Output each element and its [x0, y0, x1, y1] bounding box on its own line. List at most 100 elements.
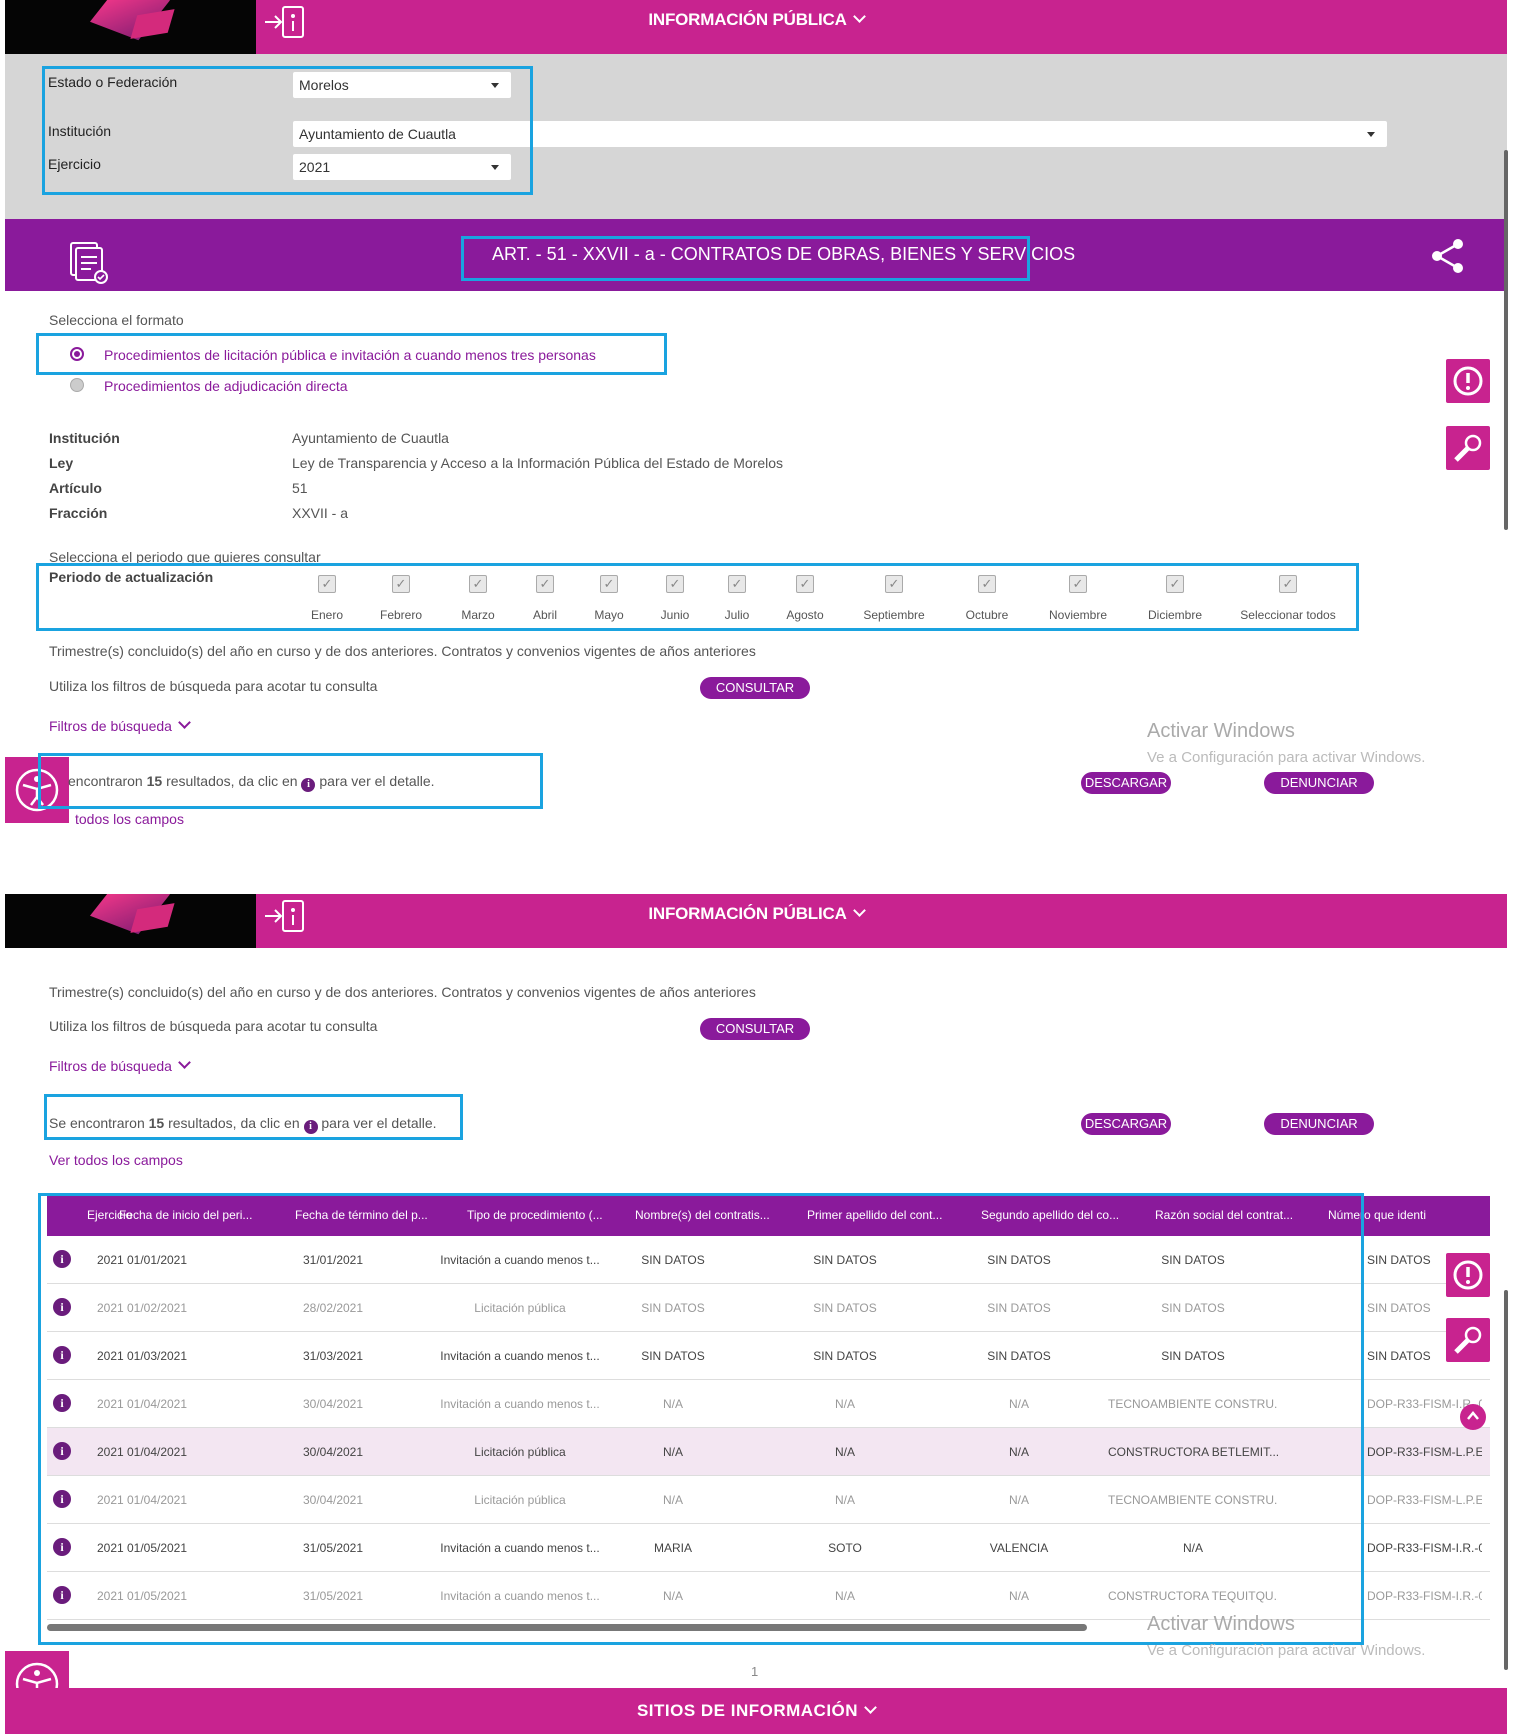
- month-checkbox[interactable]: ✓: [1069, 575, 1087, 593]
- table-cell: SIN DATOS: [813, 1301, 877, 1315]
- article-bar: ART. - 51 - XXVII - a - CONTRATOS DE OBR…: [5, 219, 1507, 291]
- share-icon[interactable]: [1429, 237, 1467, 275]
- format-option-adjudicacion[interactable]: Procedimientos de adjudicación directa: [104, 378, 348, 394]
- ver-todos-link[interactable]: todos los campos: [75, 811, 184, 827]
- info-icon[interactable]: i: [53, 1442, 71, 1460]
- month-checkbox[interactable]: ✓: [1166, 575, 1184, 593]
- table-cell: 01/05/2021: [126, 1589, 188, 1603]
- table-cell: 30/04/2021: [302, 1493, 364, 1507]
- institution-select[interactable]: Ayuntamiento de Cuautla: [293, 121, 1387, 147]
- table-cell: SIN DATOS: [813, 1253, 877, 1267]
- detail-fraccion-label: Fracción: [49, 505, 108, 521]
- table-cell: TECNOAMBIENTE CONSTRU...: [1108, 1493, 1278, 1507]
- table-row[interactable]: i 2021 01/04/2021 30/04/2021 Licitación públ…: [47, 1476, 1490, 1524]
- table-cell: DOP-R33-FISM-L.P.E.-: [1367, 1445, 1482, 1459]
- month-checkbox[interactable]: ✓: [978, 575, 996, 593]
- top-nav-bar: INFORMACIÓN PÚBLICA: [5, 0, 1507, 54]
- accessibility-icon[interactable]: [5, 757, 69, 823]
- table-cell: N/A: [1008, 1445, 1029, 1459]
- table-row[interactable]: i 2021 01/01/2021 31/01/2021 Invitación a cu…: [47, 1236, 1490, 1284]
- column-header[interactable]: Segundo apellido del co...: [981, 1208, 1151, 1222]
- month-checkbox[interactable]: ✓: [318, 575, 336, 593]
- column-header[interactable]: Fecha de término del p...: [295, 1208, 465, 1222]
- table-row[interactable]: i 2021 01/04/2021 30/04/2021 Invitación a cu…: [47, 1380, 1490, 1428]
- table-cell: 31/05/2021: [302, 1589, 364, 1603]
- table-cell: 31/03/2021: [302, 1349, 364, 1363]
- column-header[interactable]: Número que identi: [1328, 1208, 1458, 1222]
- pagination-current[interactable]: 1: [751, 1664, 758, 1679]
- info-icon[interactable]: i: [53, 1298, 71, 1316]
- wrench-icon[interactable]: [1446, 1318, 1490, 1362]
- month-checkbox[interactable]: ✓: [469, 575, 487, 593]
- descargar-button[interactable]: DESCARGAR: [1081, 772, 1171, 794]
- info-icon[interactable]: i: [53, 1250, 71, 1268]
- horizontal-scrollbar[interactable]: [47, 1624, 1087, 1631]
- column-header[interactable]: Fecha de inicio del peri...: [119, 1208, 289, 1222]
- denunciar-button[interactable]: DENUNCIAR: [1264, 1113, 1374, 1135]
- table-cell: SIN DATOS: [1161, 1253, 1225, 1267]
- table-cell: SIN DATOS: [1367, 1301, 1431, 1315]
- vertical-scrollbar[interactable]: [1504, 1290, 1508, 1670]
- results-summary: encontraron 15 resultados, da clic en i …: [68, 773, 435, 792]
- info-icon[interactable]: i: [53, 1586, 71, 1604]
- month-checkbox[interactable]: ✓: [1279, 575, 1297, 593]
- table-cell: N/A: [1008, 1493, 1029, 1507]
- table-row[interactable]: i 2021 01/04/2021 30/04/2021 Licitación públ…: [47, 1428, 1490, 1476]
- column-header[interactable]: Nombre(s) del contratis...: [635, 1208, 805, 1222]
- month-checkbox[interactable]: ✓: [796, 575, 814, 593]
- info-icon[interactable]: i: [53, 1394, 71, 1412]
- period-prompt: Selecciona el periodo que quieres consul…: [49, 549, 321, 565]
- table-cell: 30/04/2021: [302, 1445, 364, 1459]
- table-cell: SIN DATOS: [1161, 1349, 1225, 1363]
- table-cell: N/A: [834, 1445, 855, 1459]
- table-cell: TECNOAMBIENTE CONSTRU...: [1108, 1397, 1278, 1411]
- year-select[interactable]: 2021: [293, 154, 511, 180]
- info-icon: i: [303, 1120, 318, 1134]
- vertical-scrollbar[interactable]: [1504, 150, 1508, 530]
- state-select[interactable]: Morelos: [293, 72, 511, 98]
- chevron-down-icon: [864, 1701, 877, 1714]
- sitios-informacion-menu[interactable]: SITIOS DE INFORMACIÓN: [5, 1688, 1507, 1734]
- wrench-icon[interactable]: [1446, 426, 1490, 470]
- consultar-button[interactable]: CONSULTAR: [700, 677, 810, 699]
- month-checkbox[interactable]: ✓: [885, 575, 903, 593]
- informacion-publica-menu[interactable]: INFORMACIÓN PÚBLICA: [5, 10, 1507, 30]
- descargar-button[interactable]: DESCARGAR: [1081, 1113, 1171, 1135]
- table-row[interactable]: i 2021 01/05/2021 31/05/2021 Invitación a cu…: [47, 1524, 1490, 1572]
- radio-licitacion[interactable]: [70, 347, 84, 361]
- column-header[interactable]: Primer apellido del cont...: [807, 1208, 977, 1222]
- windows-watermark-subtitle: Ve a Configuración para activar Windows.: [1147, 1642, 1426, 1659]
- info-icon[interactable]: i: [53, 1346, 71, 1364]
- table-cell: 01/05/2021: [126, 1541, 188, 1555]
- month-checkbox[interactable]: ✓: [536, 575, 554, 593]
- format-option-licitacion[interactable]: Procedimientos de licitación pública e i…: [104, 347, 596, 363]
- top-nav-bar: INFORMACIÓN PÚBLICA: [5, 894, 1507, 948]
- month-checkbox[interactable]: ✓: [392, 575, 410, 593]
- consultar-button[interactable]: CONSULTAR: [700, 1018, 810, 1040]
- scroll-top-icon[interactable]: [1460, 1404, 1486, 1430]
- filtros-busqueda-toggle[interactable]: Filtros de búsqueda: [49, 1056, 191, 1074]
- detail-fraccion-value: XXVII - a: [292, 505, 349, 521]
- filtros-busqueda-toggle[interactable]: Filtros de búsqueda: [49, 716, 191, 734]
- month-checkbox[interactable]: ✓: [666, 575, 684, 593]
- info-icon[interactable]: i: [53, 1538, 71, 1556]
- table-cell: 31/01/2021: [302, 1253, 364, 1267]
- radio-adjudicacion[interactable]: [70, 378, 84, 392]
- detail-ley-value: Ley de Transparencia y Acceso a la Infor…: [292, 455, 784, 471]
- year-label: Ejercicio: [48, 156, 101, 172]
- table-cell: 31/05/2021: [302, 1541, 364, 1555]
- ver-todos-link[interactable]: Ver todos los campos: [49, 1152, 183, 1168]
- denunciar-button[interactable]: DENUNCIAR: [1264, 772, 1374, 794]
- month-checkbox[interactable]: ✓: [728, 575, 746, 593]
- alert-icon[interactable]: [1446, 359, 1490, 403]
- table-row[interactable]: i 2021 01/02/2021 28/02/2021 Licitación públ…: [47, 1284, 1490, 1332]
- table-cell: 01/04/2021: [126, 1397, 188, 1411]
- info-icon[interactable]: i: [53, 1490, 71, 1508]
- month-checkbox[interactable]: ✓: [600, 575, 618, 593]
- informacion-publica-menu[interactable]: INFORMACIÓN PÚBLICA: [5, 904, 1507, 924]
- column-header[interactable]: Razón social del contrat...: [1155, 1208, 1325, 1222]
- table-cell: SIN DATOS: [813, 1349, 877, 1363]
- alert-icon[interactable]: [1446, 1253, 1490, 1297]
- table-cell: SOTO: [828, 1541, 862, 1555]
- table-row[interactable]: i 2021 01/03/2021 31/03/2021 Invitación a cu…: [47, 1332, 1490, 1380]
